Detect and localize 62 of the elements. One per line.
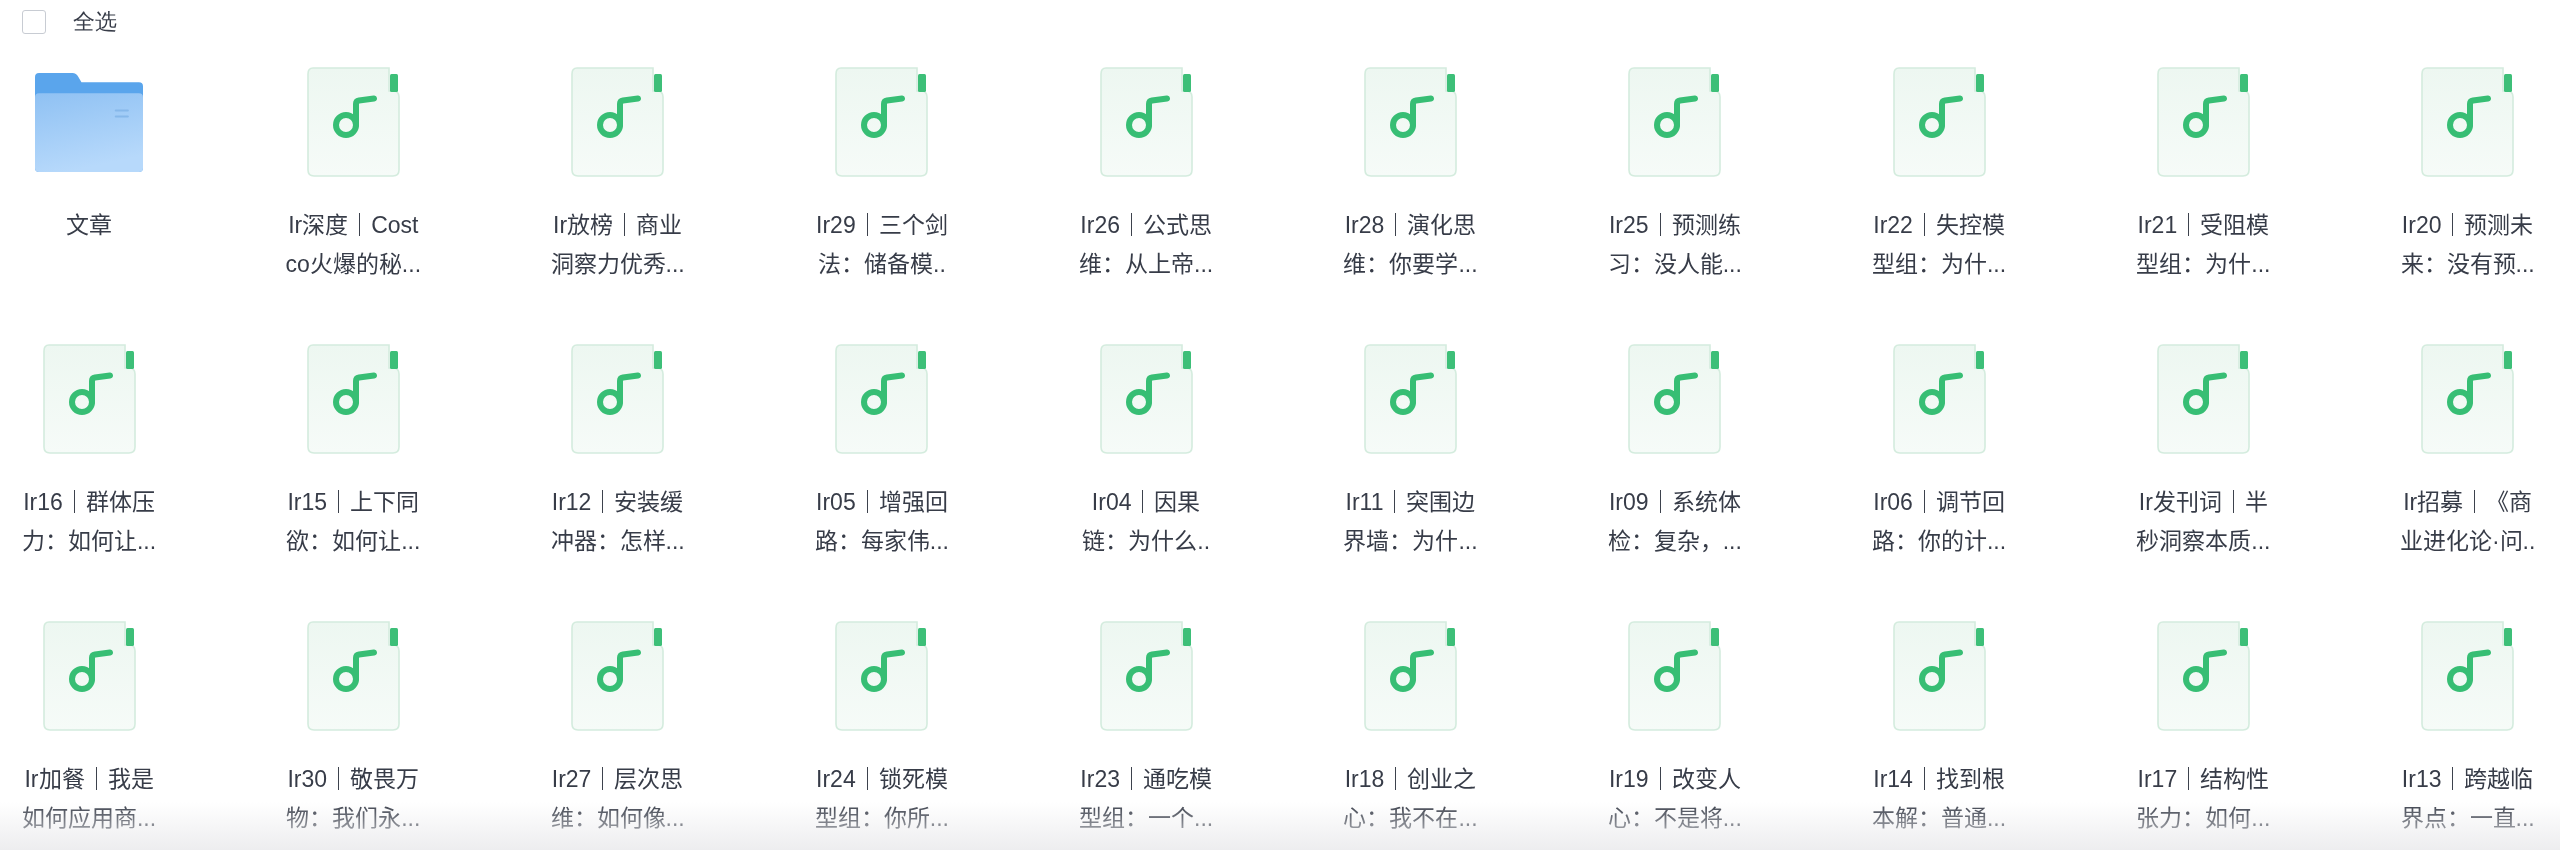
music-file-icon[interactable]	[1099, 621, 1193, 731]
music-file-icon[interactable]	[835, 621, 929, 731]
music-file-icon[interactable]	[1364, 67, 1457, 177]
music-file-icon[interactable]	[571, 67, 665, 177]
music-file-icon[interactable]	[1364, 621, 1457, 731]
music-file-icon[interactable]	[1892, 621, 1986, 731]
music-file-icon[interactable]	[1892, 344, 1986, 454]
file-name[interactable]: Ir25｜预测练习：没人能...	[1605, 206, 1744, 284]
file-name[interactable]: Ir18｜创业之心：我不在...	[1341, 760, 1480, 838]
file-name[interactable]: Ir16｜群体压力：如何让...	[20, 483, 158, 561]
music-file-icon[interactable]	[571, 344, 665, 454]
file-name[interactable]: Ir13｜跨越临界点：一直...	[2398, 760, 2537, 838]
file-name[interactable]: Ir29｜三个剑法：储备模..	[812, 206, 951, 284]
file-name[interactable]: Ir04｜因果链：为什么..	[1077, 483, 1216, 561]
music-file-icon[interactable]	[306, 67, 400, 177]
file-name[interactable]: Ir19｜改变人心：不是将...	[1605, 760, 1744, 838]
music-file-icon[interactable]	[2421, 344, 2515, 454]
file-name[interactable]: Ir放榜｜商业洞察力优秀...	[548, 206, 687, 284]
file-name[interactable]: Ir20｜预测未来：没有预...	[2398, 206, 2537, 284]
file-name[interactable]: Ir17｜结构性张力：如何...	[2134, 760, 2273, 838]
music-file-icon[interactable]	[2156, 621, 2250, 731]
file-name[interactable]: Ir21｜受阻模型组：为什...	[2134, 206, 2273, 284]
music-file-icon[interactable]	[1364, 344, 1457, 454]
file-name[interactable]: Ir22｜失控模型组：为什...	[1870, 206, 2009, 284]
music-file-icon[interactable]	[1628, 344, 1722, 454]
file-name[interactable]: Ir06｜调节回路：你的计...	[1870, 483, 2009, 561]
file-name[interactable]: Ir14｜找到根本解：普通...	[1870, 760, 2009, 838]
file-name[interactable]: Ir23｜通吃模型组：一个...	[1077, 760, 1216, 838]
file-name[interactable]: Ir24｜锁死模型组：你所...	[812, 760, 951, 838]
file-name[interactable]: Ir28｜演化思维：你要学...	[1341, 206, 1480, 284]
music-file-icon[interactable]	[835, 344, 929, 454]
file-name[interactable]: Ir15｜上下同欲：如何让...	[284, 483, 423, 561]
file-name[interactable]: Ir26｜公式思维：从上帝...	[1077, 206, 1216, 284]
music-file-icon[interactable]	[1099, 67, 1193, 177]
file-name[interactable]: Ir发刊词｜半秒洞察本质...	[2134, 483, 2273, 561]
music-file-icon[interactable]	[1628, 67, 1722, 177]
music-file-icon[interactable]	[2156, 67, 2250, 177]
file-name[interactable]: Ir招募｜《商业进化论·问..	[2398, 483, 2537, 561]
music-file-icon[interactable]	[2421, 621, 2515, 731]
file-name[interactable]: Ir加餐｜我是如何应用商...	[20, 760, 158, 838]
file-name[interactable]: Ir09｜系统体检：复杂，...	[1605, 483, 1744, 561]
select-all-checkbox[interactable]	[22, 10, 46, 34]
music-file-icon[interactable]	[42, 344, 136, 454]
music-file-icon[interactable]	[306, 621, 400, 731]
music-file-icon[interactable]	[1892, 67, 1986, 177]
folder-icon[interactable]	[35, 72, 143, 172]
file-name[interactable]: Ir05｜增强回路：每家伟...	[812, 483, 951, 561]
file-name[interactable]: Ir11｜突围边界墙：为什...	[1341, 483, 1480, 561]
file-name[interactable]: Ir30｜敬畏万物：我们永...	[284, 760, 423, 838]
music-file-icon[interactable]	[1099, 344, 1193, 454]
file-name[interactable]: Ir27｜层次思维：如何像...	[548, 760, 687, 838]
select-all-label[interactable]: 全选	[73, 9, 117, 35]
music-file-icon[interactable]	[1628, 621, 1722, 731]
music-file-icon[interactable]	[835, 67, 929, 177]
music-file-icon[interactable]	[2421, 67, 2515, 177]
music-file-icon[interactable]	[2156, 344, 2250, 454]
file-name[interactable]: 文章	[20, 206, 158, 245]
music-file-icon[interactable]	[571, 621, 665, 731]
music-file-icon[interactable]	[306, 344, 400, 454]
file-name[interactable]: Ir12｜安装缓冲器：怎样...	[548, 483, 687, 561]
music-file-icon[interactable]	[42, 621, 136, 731]
file-name[interactable]: Ir深度｜Costco火爆的秘...	[284, 206, 423, 284]
